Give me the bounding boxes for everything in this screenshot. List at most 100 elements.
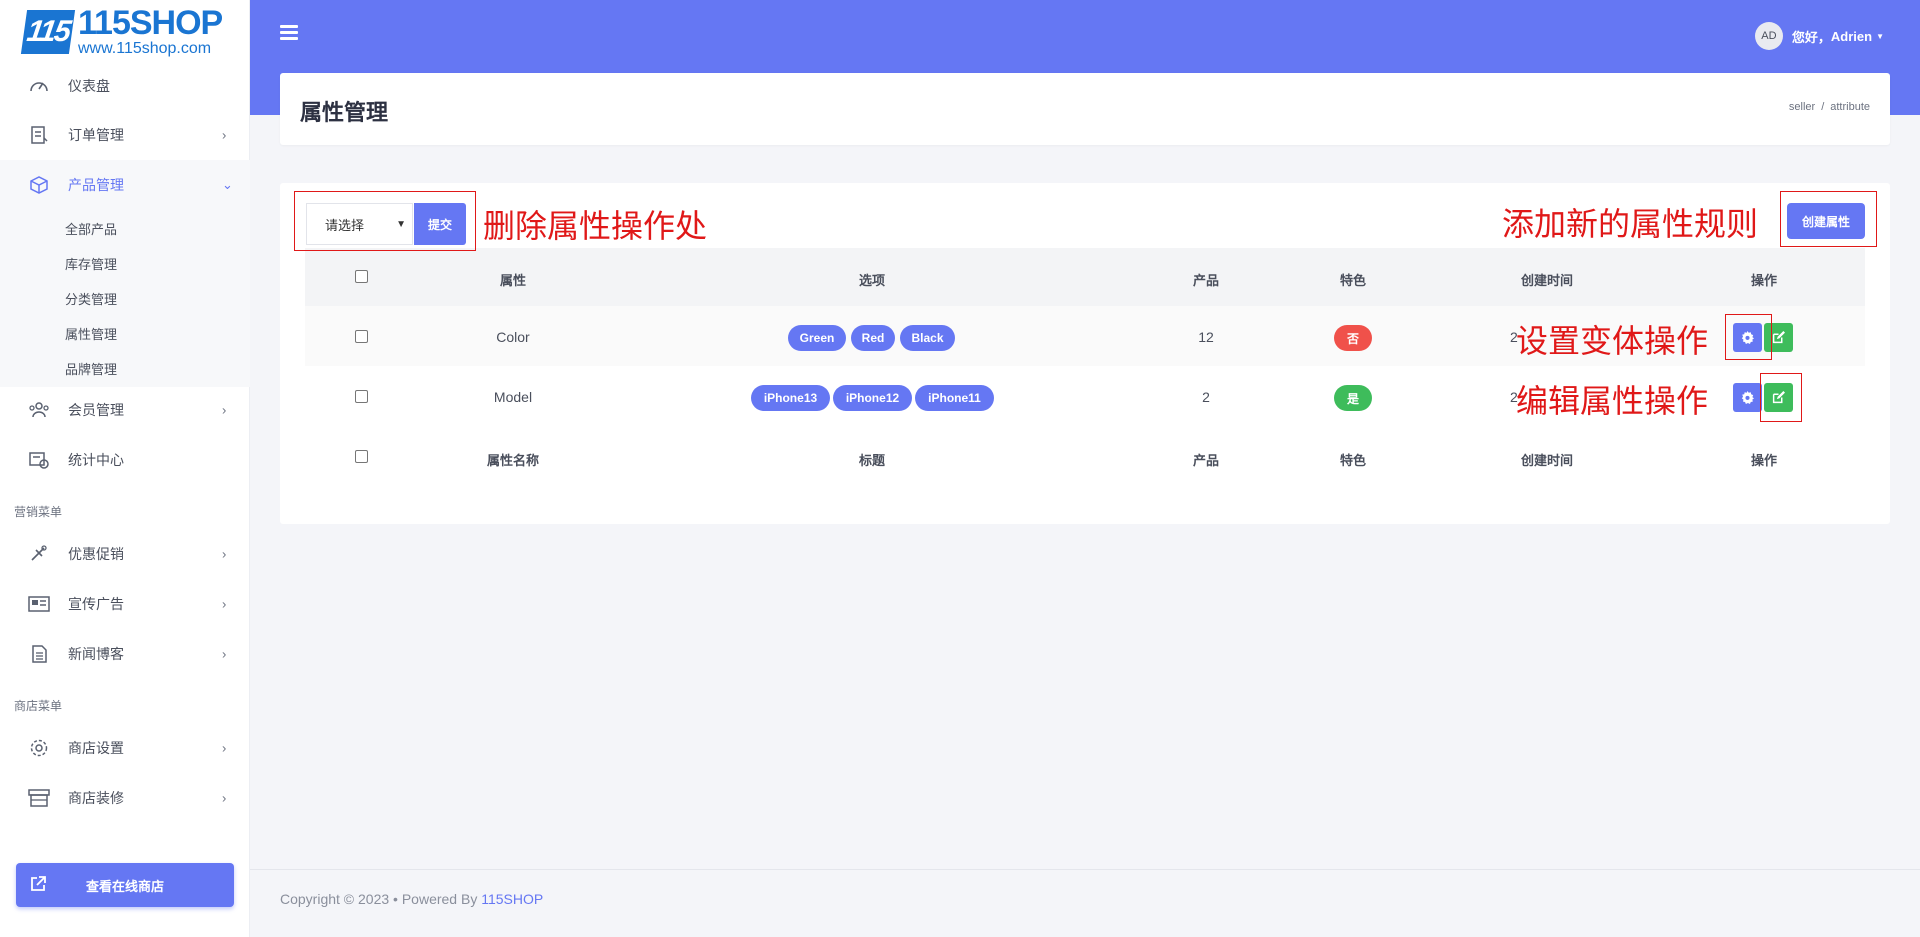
view-shop-button[interactable]: 查看在线商店 — [16, 863, 234, 907]
sidebar-item-stats[interactable]: 统计中心 — [0, 435, 250, 485]
chevron-down-icon: ⌄ — [222, 177, 233, 192]
breadcrumb-item: attribute — [1830, 101, 1870, 113]
sidebar-item-shop-decor[interactable]: 商店装修 › — [0, 773, 250, 823]
column-header: 选项 — [858, 273, 886, 288]
option-tag: iPhone12 — [833, 385, 912, 411]
footer: Copyright © 2023 • Powered By 115SHOP — [280, 891, 543, 907]
sub-item-attributes[interactable]: 属性管理 — [65, 324, 117, 343]
option-tag: iPhone13 — [751, 385, 830, 411]
featured-badge: 是 — [1334, 385, 1372, 411]
footer-brand-link[interactable]: 115SHOP — [481, 891, 543, 907]
chevron-right-icon: › — [222, 596, 227, 612]
dashboard-icon — [28, 76, 50, 96]
sidebar-item-ads[interactable]: 宣传广告 › — [0, 579, 250, 629]
table-header — [305, 248, 1865, 306]
edit-icon — [1772, 331, 1785, 344]
product-count: 2 — [1202, 389, 1210, 405]
option-tag: Black — [900, 325, 955, 351]
variant-settings-button[interactable] — [1733, 383, 1762, 412]
chevron-right-icon: › — [222, 740, 227, 756]
column-footer: 产品 — [1192, 453, 1220, 468]
column-header: 属性 — [499, 273, 527, 288]
sidebar-item-label: 商店装修 — [68, 790, 124, 806]
annotation-delete: 删除属性操作处 — [483, 207, 708, 245]
sub-item-brands[interactable]: 品牌管理 — [65, 359, 117, 378]
logo-mark: 115 — [20, 9, 76, 54]
order-icon — [28, 125, 50, 145]
column-footer: 特色 — [1339, 453, 1367, 468]
stats-icon — [28, 450, 50, 470]
chevron-right-icon: › — [222, 790, 227, 806]
view-shop-label: 查看在线商店 — [86, 878, 165, 894]
gear-icon — [1741, 391, 1754, 404]
column-footer: 标题 — [858, 453, 886, 468]
ad-icon — [28, 594, 50, 614]
page-title-card: 属性管理 seller / attribute — [280, 73, 1890, 145]
sub-item-all-products[interactable]: 全部产品 — [65, 219, 117, 238]
row-checkbox[interactable] — [355, 330, 368, 343]
sidebar-item-members[interactable]: 会员管理 › — [0, 385, 250, 435]
select-all-checkbox[interactable] — [355, 270, 368, 283]
option-tag: iPhone11 — [915, 385, 994, 411]
column-header: 产品 — [1192, 273, 1220, 288]
sidebar-item-promotions[interactable]: 优惠促销 › — [0, 529, 250, 579]
member-icon — [28, 400, 50, 420]
menu-icon[interactable] — [280, 25, 298, 40]
greeting: 您好， — [1791, 29, 1831, 45]
breadcrumb: seller / attribute — [1788, 101, 1870, 113]
select-all-checkbox-footer[interactable] — [355, 450, 368, 463]
sidebar-item-label: 宣传广告 — [68, 596, 124, 612]
annotation-add: 添加新的属性规则 — [1502, 205, 1759, 243]
news-icon — [28, 644, 50, 664]
logo-url: www.115shop.com — [78, 40, 212, 57]
chevron-right-icon: › — [222, 127, 227, 143]
annotation-edit: 编辑属性操作 — [1516, 382, 1709, 420]
sidebar-item-news[interactable]: 新闻博客 › — [0, 629, 250, 679]
copyright: Copyright © 2023 • Powered By — [280, 891, 482, 907]
annotation-box-add — [1780, 191, 1877, 247]
sidebar-item-label: 优惠促销 — [68, 546, 124, 562]
promotion-icon — [28, 544, 50, 564]
sub-item-categories[interactable]: 分类管理 — [65, 289, 117, 308]
sidebar-item-products[interactable]: 产品管理 ⌄ — [0, 160, 250, 210]
settings-icon — [28, 738, 50, 758]
page-title: 属性管理 — [300, 100, 389, 125]
row-checkbox[interactable] — [355, 390, 368, 403]
username: Adrien — [1830, 28, 1873, 44]
column-footer: 操作 — [1750, 453, 1778, 468]
sidebar: 115 115SHOP www.115shop.com 仪表盘 订单管理 › 产… — [0, 0, 250, 937]
sidebar-item-label: 会员管理 — [68, 402, 124, 418]
footer-divider — [250, 869, 1920, 870]
sidebar-item-dashboard[interactable]: 仪表盘 — [0, 61, 250, 111]
option-tag: Red — [851, 325, 895, 351]
decor-icon — [28, 788, 50, 808]
sidebar-item-label: 产品管理 — [68, 177, 124, 193]
sidebar-item-orders[interactable]: 订单管理 › — [0, 110, 250, 160]
annotation-box-variant — [1725, 314, 1772, 360]
external-link-icon — [30, 875, 46, 895]
sub-item-inventory[interactable]: 库存管理 — [65, 254, 117, 273]
sidebar-item-label: 新闻博客 — [68, 646, 124, 662]
option-tag: Green — [788, 325, 846, 351]
annotation-variant: 设置变体操作 — [1516, 322, 1709, 360]
sidebar-item-label: 订单管理 — [68, 127, 124, 143]
column-header: 操作 — [1750, 273, 1778, 288]
chevron-right-icon: › — [222, 402, 227, 418]
attribute-name: Model — [493, 389, 533, 405]
breadcrumb-item[interactable]: seller — [1789, 101, 1815, 113]
featured-badge: 否 — [1334, 325, 1372, 351]
annotation-box-delete — [294, 191, 476, 251]
chevron-right-icon: › — [222, 546, 227, 562]
sidebar-item-label: 商店设置 — [68, 740, 124, 756]
logo-name: 115SHOP — [78, 4, 223, 42]
column-header: 特色 — [1339, 273, 1367, 288]
sidebar-item-label: 仪表盘 — [68, 78, 110, 94]
sidebar-item-label: 统计中心 — [68, 452, 124, 468]
logo[interactable]: 115 115SHOP www.115shop.com — [20, 4, 223, 57]
attribute-name: Color — [496, 329, 530, 345]
column-footer: 创建时间 — [1520, 453, 1574, 468]
sidebar-item-shop-settings[interactable]: 商店设置 › — [0, 723, 250, 773]
user-menu[interactable]: AD 您好， Adrien ▼ — [1754, 22, 1884, 50]
caret-down-icon: ▼ — [1876, 31, 1884, 41]
product-icon — [28, 175, 50, 195]
